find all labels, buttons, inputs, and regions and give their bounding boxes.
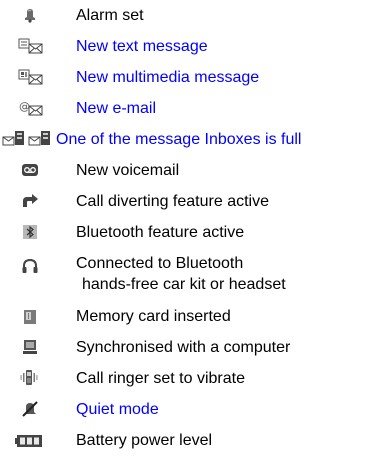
item-label[interactable]: New multimedia message [76, 67, 259, 88]
item-label: Call diverting feature active [76, 193, 269, 210]
call-divert-icon [21, 193, 39, 209]
svg-text:@: @ [19, 100, 30, 113]
item-label[interactable]: Quiet mode [76, 399, 159, 420]
item-label: Battery power level [76, 432, 213, 449]
quiet-mode-icon [22, 401, 38, 417]
battery-icon [15, 434, 43, 448]
bluetooth-icon [22, 224, 38, 240]
item-label[interactable]: One of the message Inboxes is full [56, 129, 301, 150]
email-icon: @ [18, 100, 44, 116]
item-label[interactable]: New text message [76, 36, 208, 57]
item-label: New voicemail [76, 162, 180, 179]
item-label: Call ringer set to vibrate [76, 370, 245, 387]
inbox-full-icon [2, 130, 54, 148]
item-label[interactable]: New e-mail [76, 98, 156, 119]
text-message-icon [18, 38, 44, 54]
item-label: Bluetooth feature active [76, 224, 245, 241]
multimedia-message-icon [18, 69, 44, 85]
item-label: Alarm set [76, 7, 144, 24]
item-label: Connected to Bluetooth [76, 255, 244, 272]
computer-sync-icon [22, 339, 38, 355]
voicemail-icon [21, 162, 39, 178]
memory-card-icon [23, 309, 37, 325]
alarm-icon [22, 7, 38, 23]
item-label: Memory card inserted [76, 308, 231, 325]
headset-icon [21, 257, 39, 275]
vibrate-icon [20, 369, 38, 387]
item-label: Synchronised with a computer [76, 339, 291, 356]
item-label-line2: hands-free car kit or headset [82, 276, 286, 293]
